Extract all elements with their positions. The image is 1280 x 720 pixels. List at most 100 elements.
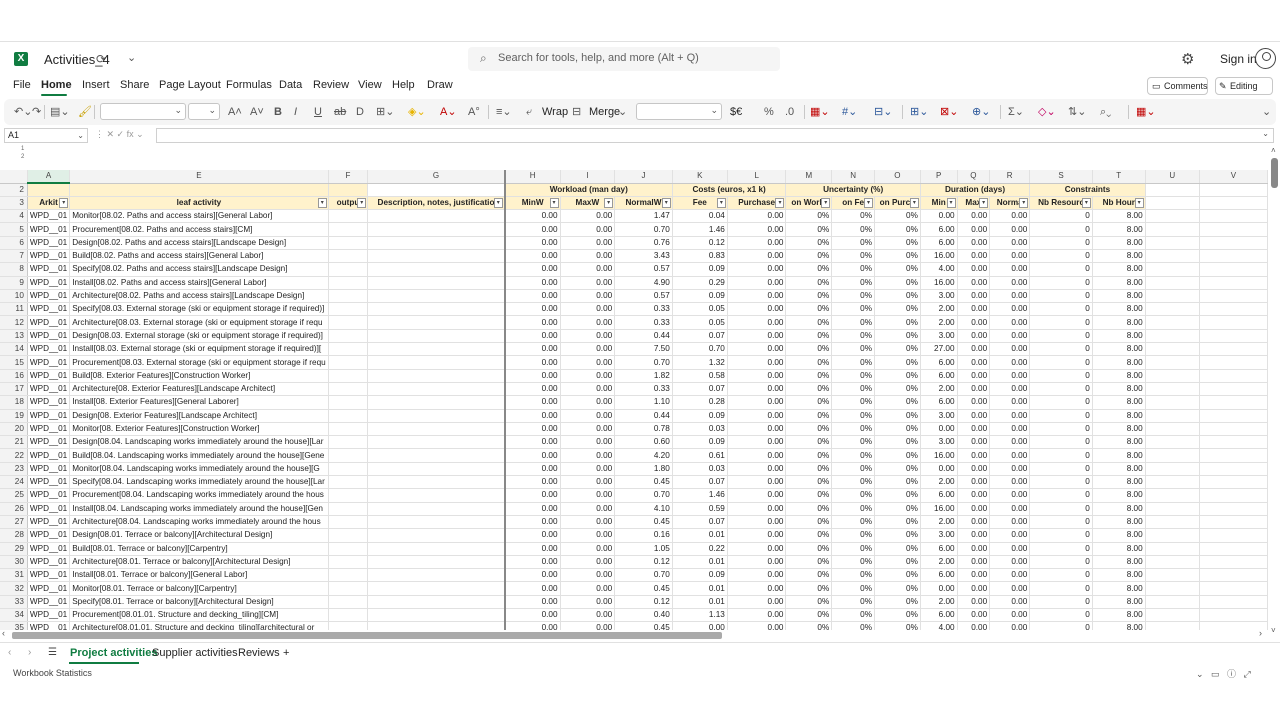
column-title[interactable]: outpu ▾ bbox=[328, 196, 369, 211]
cell[interactable]: 0.00 bbox=[504, 542, 561, 556]
all-sheets-icon[interactable]: ☰ bbox=[48, 647, 57, 658]
cell[interactable]: 0.00 bbox=[504, 355, 561, 370]
cell[interactable]: 2.00 bbox=[920, 382, 958, 397]
cell[interactable] bbox=[367, 488, 506, 503]
merge-button[interactable]: Merge bbox=[589, 104, 620, 120]
cell[interactable]: 0.00 bbox=[727, 209, 787, 224]
cell[interactable] bbox=[1145, 435, 1200, 450]
filter-dropdown-icon[interactable]: ▾ bbox=[821, 197, 831, 208]
cell[interactable]: 0.70 bbox=[614, 222, 673, 237]
cell[interactable]: 0% bbox=[874, 236, 921, 250]
cell[interactable]: 0% bbox=[785, 448, 833, 463]
cell[interactable]: 2.00 bbox=[920, 515, 958, 530]
cell[interactable] bbox=[1199, 409, 1268, 423]
add-sheet-button[interactable]: + bbox=[283, 647, 289, 659]
cell[interactable]: 8.00 bbox=[1092, 289, 1146, 304]
sheet-tab-project-activities[interactable]: Project activities bbox=[70, 647, 157, 659]
cell[interactable]: 0.00 bbox=[504, 222, 561, 237]
cell[interactable]: 3.43 bbox=[614, 249, 673, 264]
cell[interactable]: 0% bbox=[785, 581, 833, 596]
cell[interactable]: 0.00 bbox=[989, 342, 1031, 357]
cell[interactable] bbox=[367, 302, 506, 317]
cell[interactable]: 0 bbox=[1029, 502, 1093, 516]
cell[interactable]: 0.00 bbox=[957, 209, 991, 224]
cell[interactable] bbox=[328, 595, 369, 610]
cell[interactable]: 0.00 bbox=[957, 342, 991, 357]
cell[interactable]: 8.00 bbox=[1092, 355, 1146, 370]
cell[interactable] bbox=[1199, 475, 1268, 490]
cell[interactable]: 0.00 bbox=[560, 435, 616, 450]
cell[interactable] bbox=[1145, 302, 1200, 317]
cell[interactable]: 0.00 bbox=[504, 595, 561, 610]
cell[interactable] bbox=[367, 209, 506, 224]
find-icon[interactable]: ⌕⌄ bbox=[1100, 104, 1111, 120]
row-header[interactable]: 33 bbox=[0, 595, 28, 610]
cell[interactable] bbox=[328, 236, 369, 250]
cell[interactable] bbox=[1199, 462, 1268, 477]
cell[interactable] bbox=[328, 342, 369, 357]
cell[interactable]: 0.00 bbox=[560, 555, 616, 570]
cell[interactable]: WPD__01 bbox=[27, 515, 71, 530]
cell[interactable] bbox=[328, 409, 369, 423]
cell[interactable] bbox=[1199, 302, 1268, 317]
cell[interactable]: 1.82 bbox=[614, 369, 673, 383]
filter-dropdown-icon[interactable]: ▾ bbox=[549, 197, 559, 208]
cell[interactable]: 4.10 bbox=[614, 502, 673, 516]
cell[interactable]: 0.00 bbox=[957, 222, 991, 237]
cell[interactable]: 0% bbox=[785, 329, 833, 344]
cell[interactable] bbox=[1199, 222, 1268, 237]
filter-dropdown-icon[interactable]: ▾ bbox=[59, 197, 69, 208]
cell[interactable]: 0.29 bbox=[672, 276, 728, 290]
cell[interactable]: 0.00 bbox=[957, 475, 991, 490]
row-header[interactable]: 28 bbox=[0, 528, 28, 543]
cell[interactable]: 0.45 bbox=[614, 515, 673, 530]
cell[interactable]: 0.00 bbox=[560, 315, 616, 330]
text-effects-icon[interactable]: A° bbox=[468, 104, 480, 120]
cell[interactable]: 0% bbox=[785, 395, 833, 410]
cell[interactable]: 0.00 bbox=[672, 621, 728, 630]
row-header[interactable]: 23 bbox=[0, 462, 28, 477]
column-header[interactable]: L bbox=[727, 170, 787, 184]
cell[interactable]: 0% bbox=[874, 355, 921, 370]
cell[interactable]: 0.00 bbox=[727, 236, 787, 250]
menu-review[interactable]: Review bbox=[313, 79, 349, 91]
cell[interactable]: 0% bbox=[785, 289, 833, 304]
cell[interactable]: 0.00 bbox=[727, 395, 787, 410]
cell[interactable] bbox=[328, 528, 369, 543]
cell[interactable]: 0% bbox=[785, 435, 833, 450]
cell[interactable]: Architecture[08.03. External storage (sk… bbox=[69, 315, 329, 330]
cell[interactable]: 0.00 bbox=[957, 369, 991, 383]
vertical-scroll-thumb[interactable] bbox=[1271, 158, 1278, 188]
cell[interactable] bbox=[328, 355, 369, 370]
menu-view[interactable]: View bbox=[358, 79, 382, 91]
wrap-icon[interactable]: ⤶ bbox=[526, 104, 532, 120]
cell[interactable]: 0.09 bbox=[672, 568, 728, 583]
cell[interactable]: 0.00 bbox=[504, 502, 561, 516]
insert-cells-icon[interactable]: ⊞⌄ bbox=[910, 104, 928, 120]
cell[interactable]: 0.00 bbox=[504, 422, 561, 437]
cell[interactable]: 0% bbox=[831, 595, 875, 610]
cell[interactable]: 0% bbox=[831, 236, 875, 250]
cell[interactable]: 0.00 bbox=[989, 475, 1031, 490]
cell[interactable]: 0% bbox=[831, 502, 875, 516]
filter-dropdown-icon[interactable]: ▾ bbox=[493, 197, 503, 208]
cell[interactable]: 0% bbox=[785, 515, 833, 530]
cell[interactable]: 0.00 bbox=[560, 462, 616, 477]
row-header[interactable]: 7 bbox=[0, 249, 28, 264]
cell[interactable]: 0% bbox=[831, 568, 875, 583]
cell[interactable]: Specify[08.03. External storage (ski or … bbox=[69, 302, 329, 317]
cell[interactable]: 8.00 bbox=[1092, 448, 1146, 463]
cell[interactable]: 0.00 bbox=[989, 422, 1031, 437]
cell[interactable]: 0.00 bbox=[560, 448, 616, 463]
cell[interactable]: 0.59 bbox=[672, 502, 728, 516]
cell[interactable]: 8.00 bbox=[1092, 435, 1146, 450]
cell[interactable]: WPD__01 bbox=[27, 369, 71, 383]
cell[interactable]: 0.00 bbox=[504, 302, 561, 317]
cell[interactable]: 0.00 bbox=[560, 236, 616, 250]
cell[interactable] bbox=[367, 276, 506, 290]
cell[interactable]: 16.00 bbox=[920, 502, 958, 516]
cell[interactable] bbox=[328, 581, 369, 596]
cell[interactable] bbox=[1145, 515, 1200, 530]
cell[interactable]: 8.00 bbox=[1092, 542, 1146, 556]
fill-color-icon[interactable]: ◈⌄ bbox=[408, 104, 426, 120]
